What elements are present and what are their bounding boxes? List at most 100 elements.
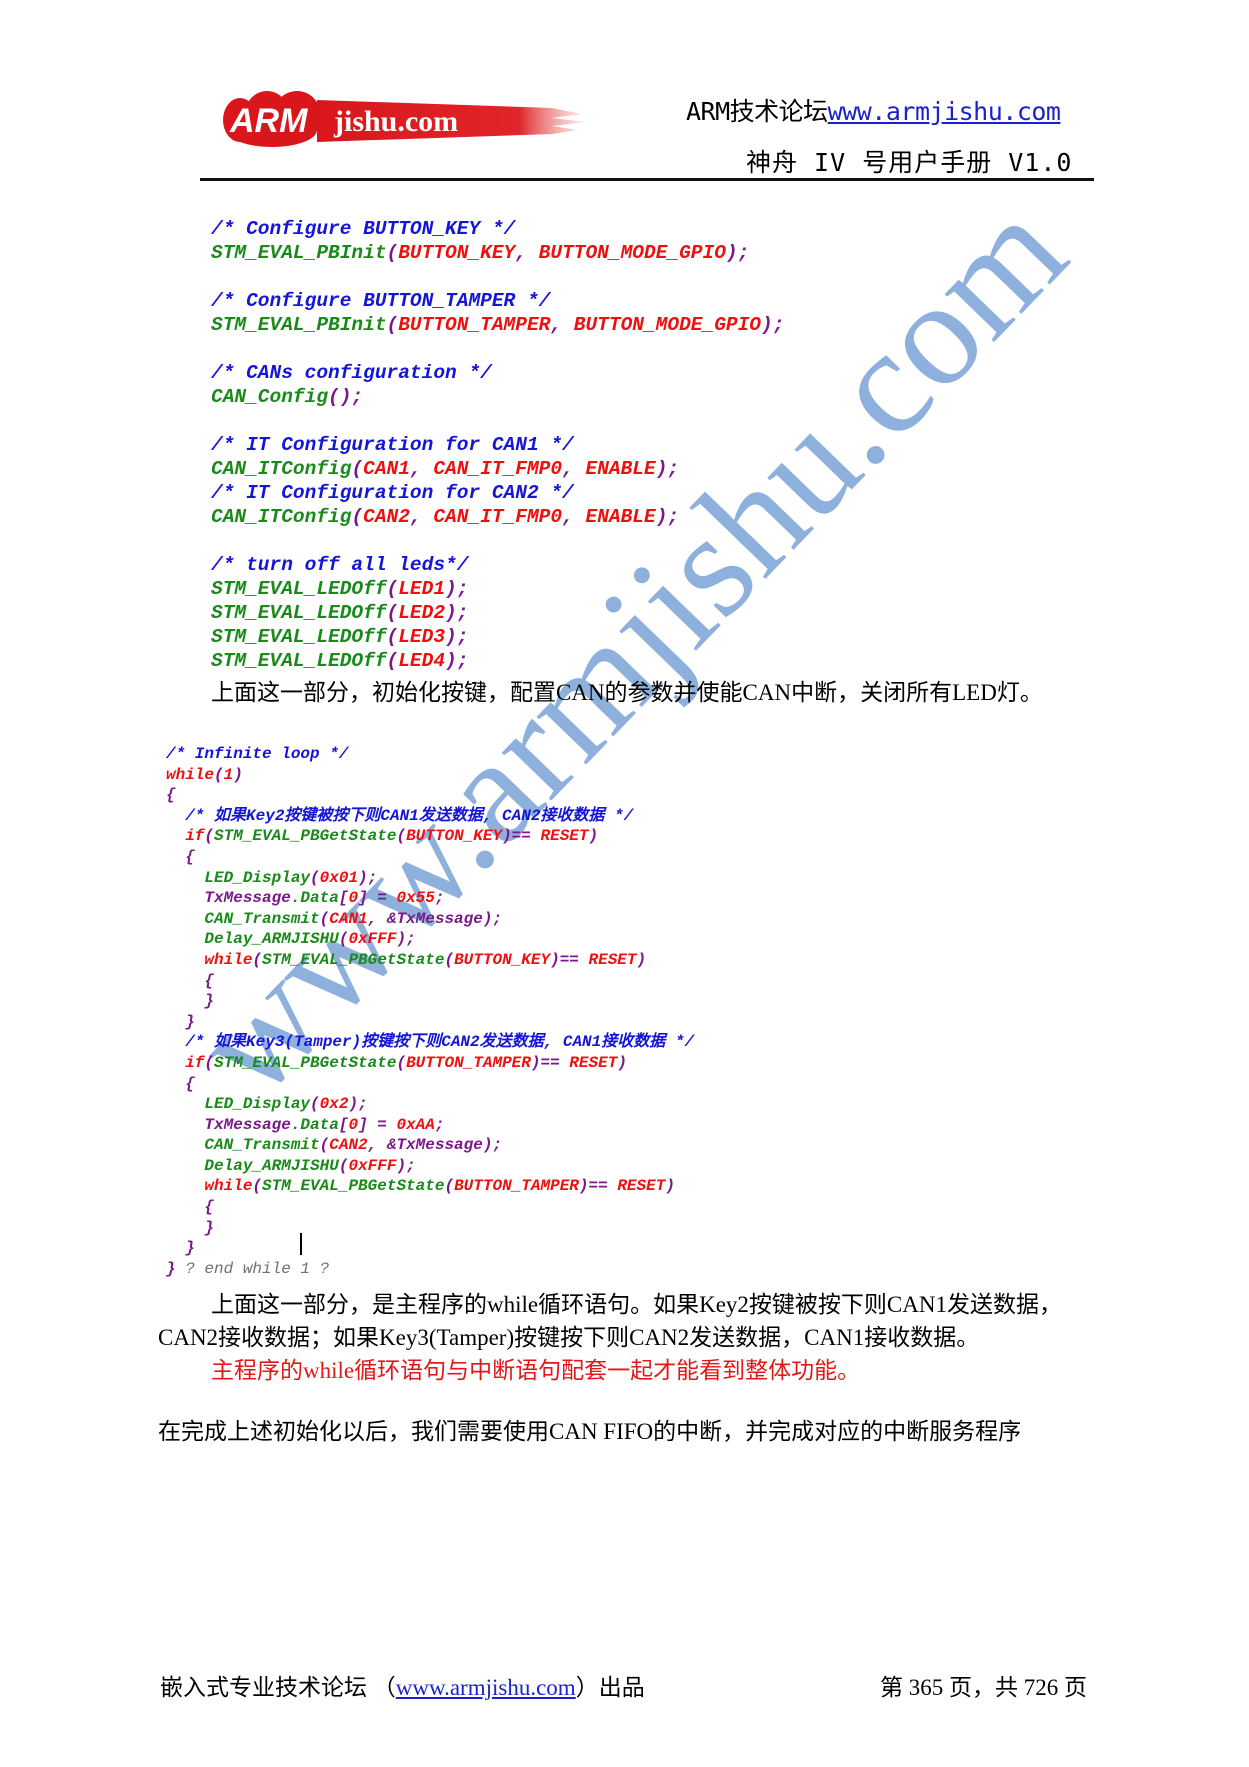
code-token: /* CANs configuration */ [211, 362, 492, 384]
code-token: /* 如果Key2按键被按下则CAN1发送数据, CAN2接收数据 */ [166, 806, 634, 825]
site-logo[interactable]: ARM jishu.com [222, 90, 592, 148]
code-token: ( [310, 1095, 320, 1114]
code-token: ( [386, 578, 399, 600]
code-token: RESET [588, 950, 637, 969]
code-token: ) [665, 1177, 675, 1196]
code-line: STM_EVAL_PBInit(BUTTON_KEY, BUTTON_MODE_… [211, 241, 784, 265]
code-token: ( [310, 868, 320, 887]
code-line: } [166, 1238, 694, 1259]
code-line: /* turn off all leds*/ [211, 553, 784, 577]
code-token: ( [351, 458, 364, 480]
code-token: CAN_Transmit [166, 1136, 320, 1155]
code-token: } [166, 1012, 195, 1031]
code-token: while [166, 950, 253, 969]
code-token: (); [328, 386, 364, 408]
code-token: ( [386, 650, 399, 672]
code-token: ? end while 1 ? [185, 1259, 330, 1278]
code-token: ENABLE [585, 458, 656, 480]
code-token: ( [386, 626, 399, 648]
code-token: [ [338, 889, 349, 908]
code-token: CAN1 [363, 458, 410, 480]
code-token: , &TxMessage); [367, 909, 503, 928]
logo-mark: ARM [229, 102, 308, 140]
code-line: /* IT Configuration for CAN2 */ [211, 481, 784, 505]
code-token: BUTTON_TAMPER [406, 1053, 531, 1072]
code-token: /* Configure BUTTON_KEY */ [211, 218, 516, 240]
code-line: CAN_ITConfig(CAN1, CAN_IT_FMP0, ENABLE); [211, 457, 784, 481]
paragraph-fifo-intro: 在完成上述初始化以后，我们需要使用CAN FIFO的中断，并完成对应的中断服务程… [158, 1419, 1022, 1444]
code-token: RESET [569, 1053, 618, 1072]
code-token: while [166, 765, 215, 784]
code-token: ; [434, 1115, 445, 1134]
code-token: ( [319, 1136, 330, 1155]
code-token: , [515, 242, 539, 264]
code-line: LED_Display(0x01); [166, 868, 694, 889]
code-token: 0 [348, 889, 359, 908]
code-token: )== [578, 1177, 618, 1196]
paragraph-note-red: 主程序的while循环语句与中断语句配套一起才能看到整体功能。 [211, 1358, 861, 1383]
code-token: ( [444, 950, 455, 969]
page-number: 第 365 页，共 726 页 [880, 1675, 1087, 1700]
code-token: ); [761, 314, 785, 336]
code-line: STM_EVAL_LEDOff(LED3); [211, 625, 784, 649]
code-line: } [166, 1218, 694, 1239]
code-line: Delay_ARMJISHU(0xFFF); [166, 929, 694, 950]
code-token: , [562, 458, 586, 480]
code-token: LED_Display [166, 1095, 311, 1114]
code-token: CAN2 [329, 1136, 368, 1155]
code-token: 0xFFF [348, 1156, 397, 1175]
code-token: LED2 [398, 602, 446, 624]
code-token: ( [204, 1053, 215, 1072]
code-token: ( [351, 506, 364, 528]
code-token: BUTTON_KEY [406, 827, 503, 846]
footer-suffix: ）出品 [575, 1675, 645, 1700]
header-forum-link[interactable]: www.armjishu.com [828, 97, 1061, 126]
code-token: STM_EVAL_PBGetState [262, 950, 445, 969]
code-token: LED1 [398, 578, 446, 600]
code-token: BUTTON_KEY [398, 242, 516, 264]
code-token: ); [445, 626, 469, 648]
code-token: ( [396, 827, 407, 846]
code-line: /* Configure BUTTON_TAMPER */ [211, 289, 784, 313]
code-token: ); [396, 930, 416, 949]
code-token: BUTTON_TAMPER [398, 314, 551, 336]
code-token: ) [617, 1053, 627, 1072]
paragraph-init-summary: 上面这一部分，初始化按键，配置CAN的参数并使能CAN中断，关闭所有LED灯。 [211, 680, 1043, 705]
footer-prefix: 嵌入式专业技术论坛 （ [160, 1675, 396, 1700]
code-line: STM_EVAL_PBInit(BUTTON_TAMPER, BUTTON_MO… [211, 313, 784, 337]
code-line: /* IT Configuration for CAN1 */ [211, 433, 784, 457]
code-token: ( [204, 827, 215, 846]
code-token: , &TxMessage); [367, 1136, 503, 1155]
code-token: ( [386, 242, 399, 264]
forum-label: ARM技术论坛 [686, 97, 828, 126]
code-line: STM_EVAL_LEDOff(LED1); [211, 577, 784, 601]
code-token: ( [252, 1177, 263, 1196]
code-token: STM_EVAL_PBGetState [214, 827, 397, 846]
code-token: , [550, 314, 574, 336]
code-token: BUTTON_MODE_GPIO [538, 242, 726, 264]
code-token: /* Configure BUTTON_TAMPER */ [211, 290, 551, 312]
code-token: ( [214, 765, 224, 784]
code-token: TxMessage [166, 889, 291, 908]
code-token: , [562, 506, 586, 528]
code-token: ); [655, 506, 680, 528]
code-token: 1 [223, 765, 234, 784]
code-token: CAN_Config [211, 386, 329, 408]
footer-link[interactable]: www.armjishu.com [396, 1675, 576, 1700]
code-token: STM_EVAL_LEDOff [211, 650, 387, 672]
code-token: ( [338, 1156, 349, 1175]
code-token: STM_EVAL_LEDOff [211, 602, 387, 624]
code-line: CAN_ITConfig(CAN2, CAN_IT_FMP0, ENABLE); [211, 505, 784, 529]
code-token: 0xFFF [348, 930, 397, 949]
code-token: ); [396, 1156, 416, 1175]
paragraph-loop-summary-line1: 上面这一部分，是主程序的while循环语句。如果Key2按键被按下则CAN1发送… [211, 1292, 1062, 1317]
code-token: ); [445, 650, 469, 672]
footer-left: 嵌入式专业技术论坛 （www.armjishu.com）出品 [160, 1668, 645, 1702]
code-token: 0x2 [319, 1095, 349, 1114]
code-block-init: /* Configure BUTTON_KEY */STM_EVAL_PBIni… [211, 217, 784, 673]
code-token: )== [502, 827, 541, 846]
code-line: CAN_Config(); [211, 385, 784, 409]
code-token: BUTTON_KEY [454, 950, 551, 969]
